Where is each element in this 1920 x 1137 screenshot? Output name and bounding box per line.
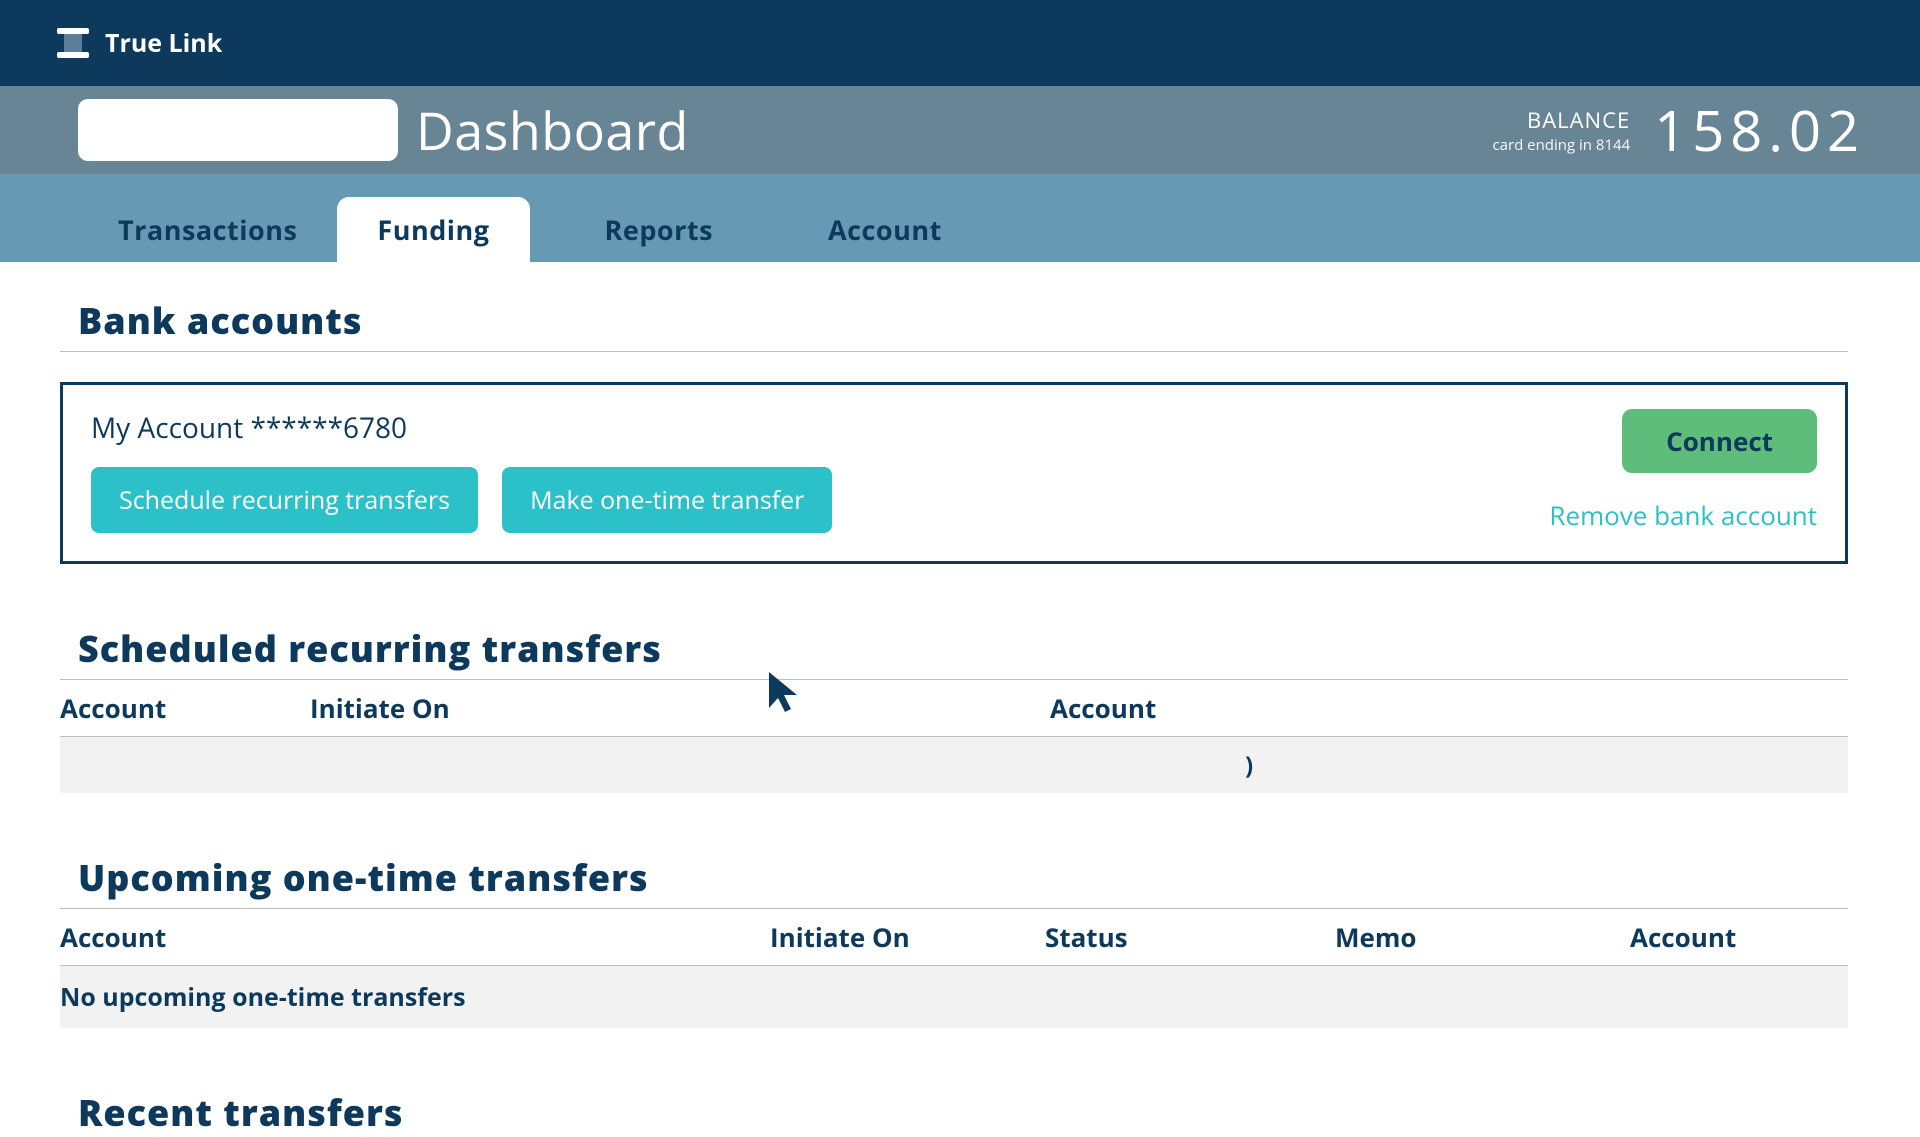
th-status: Status [1045, 919, 1335, 955]
upcoming-table-header: Account Initiate On Status Memo Account [60, 908, 1848, 966]
scheduled-table-header: Account Initiate On Account [60, 679, 1848, 737]
th-account: Account [1050, 690, 1848, 726]
scheduled-row: ) [60, 737, 1848, 793]
sub-header: Dashboard BALANCE card ending in 8144 15… [0, 86, 1920, 174]
balance-label: BALANCE [1492, 105, 1630, 135]
section-title-upcoming: Upcoming one-time transfers [78, 853, 1848, 902]
th-account: Account [60, 919, 770, 955]
bank-card-right: Connect Remove bank account [1549, 409, 1817, 533]
card-selector[interactable] [78, 99, 398, 161]
page-title: Dashboard [416, 95, 689, 166]
section-title-bank-accounts: Bank accounts [78, 296, 1848, 345]
section-title-scheduled: Scheduled recurring transfers [78, 624, 1848, 673]
bank-account-card: My Account ******6780 Schedule recurring… [60, 382, 1848, 564]
tabs-bar: Transactions Funding Reports Account [0, 174, 1920, 262]
section-title-recent: Recent transfers [78, 1088, 1848, 1137]
tab-funding[interactable]: Funding [337, 197, 529, 262]
subheader-left: Dashboard [78, 95, 689, 166]
spool-icon [55, 25, 91, 61]
card-ending-label: card ending in 8144 [1492, 135, 1630, 155]
bank-button-row: Schedule recurring transfers Make one-ti… [91, 467, 832, 533]
schedule-recurring-button[interactable]: Schedule recurring transfers [91, 467, 478, 533]
tab-account[interactable]: Account [788, 197, 982, 262]
tab-reports[interactable]: Reports [565, 197, 753, 262]
th-account: Account [60, 690, 310, 726]
th-memo: Memo [1335, 919, 1630, 955]
make-one-time-button[interactable]: Make one-time transfer [502, 467, 832, 533]
remove-bank-link[interactable]: Remove bank account [1549, 497, 1817, 533]
connect-button[interactable]: Connect [1622, 409, 1817, 473]
brand-name: True Link [105, 26, 222, 60]
main-content: Bank accounts My Account ******6780 Sche… [0, 262, 1920, 1137]
tab-transactions[interactable]: Transactions [78, 197, 337, 262]
no-upcoming-row: No upcoming one-time transfers [60, 966, 1848, 1028]
th-account: Account [1630, 919, 1848, 955]
brand-logo[interactable]: True Link [55, 25, 222, 61]
row-text: ) [1245, 749, 1253, 782]
th-initiate-on: Initiate On [310, 690, 1050, 726]
balance-amount: 158.02 [1654, 92, 1865, 168]
balance-block: BALANCE card ending in 8144 158.02 [1492, 92, 1865, 168]
divider [60, 351, 1848, 352]
top-header: True Link [0, 0, 1920, 86]
bank-account-name: My Account ******6780 [91, 409, 832, 447]
th-initiate-on: Initiate On [770, 919, 1045, 955]
bank-card-left: My Account ******6780 Schedule recurring… [91, 409, 832, 533]
balance-meta: BALANCE card ending in 8144 [1492, 105, 1630, 155]
